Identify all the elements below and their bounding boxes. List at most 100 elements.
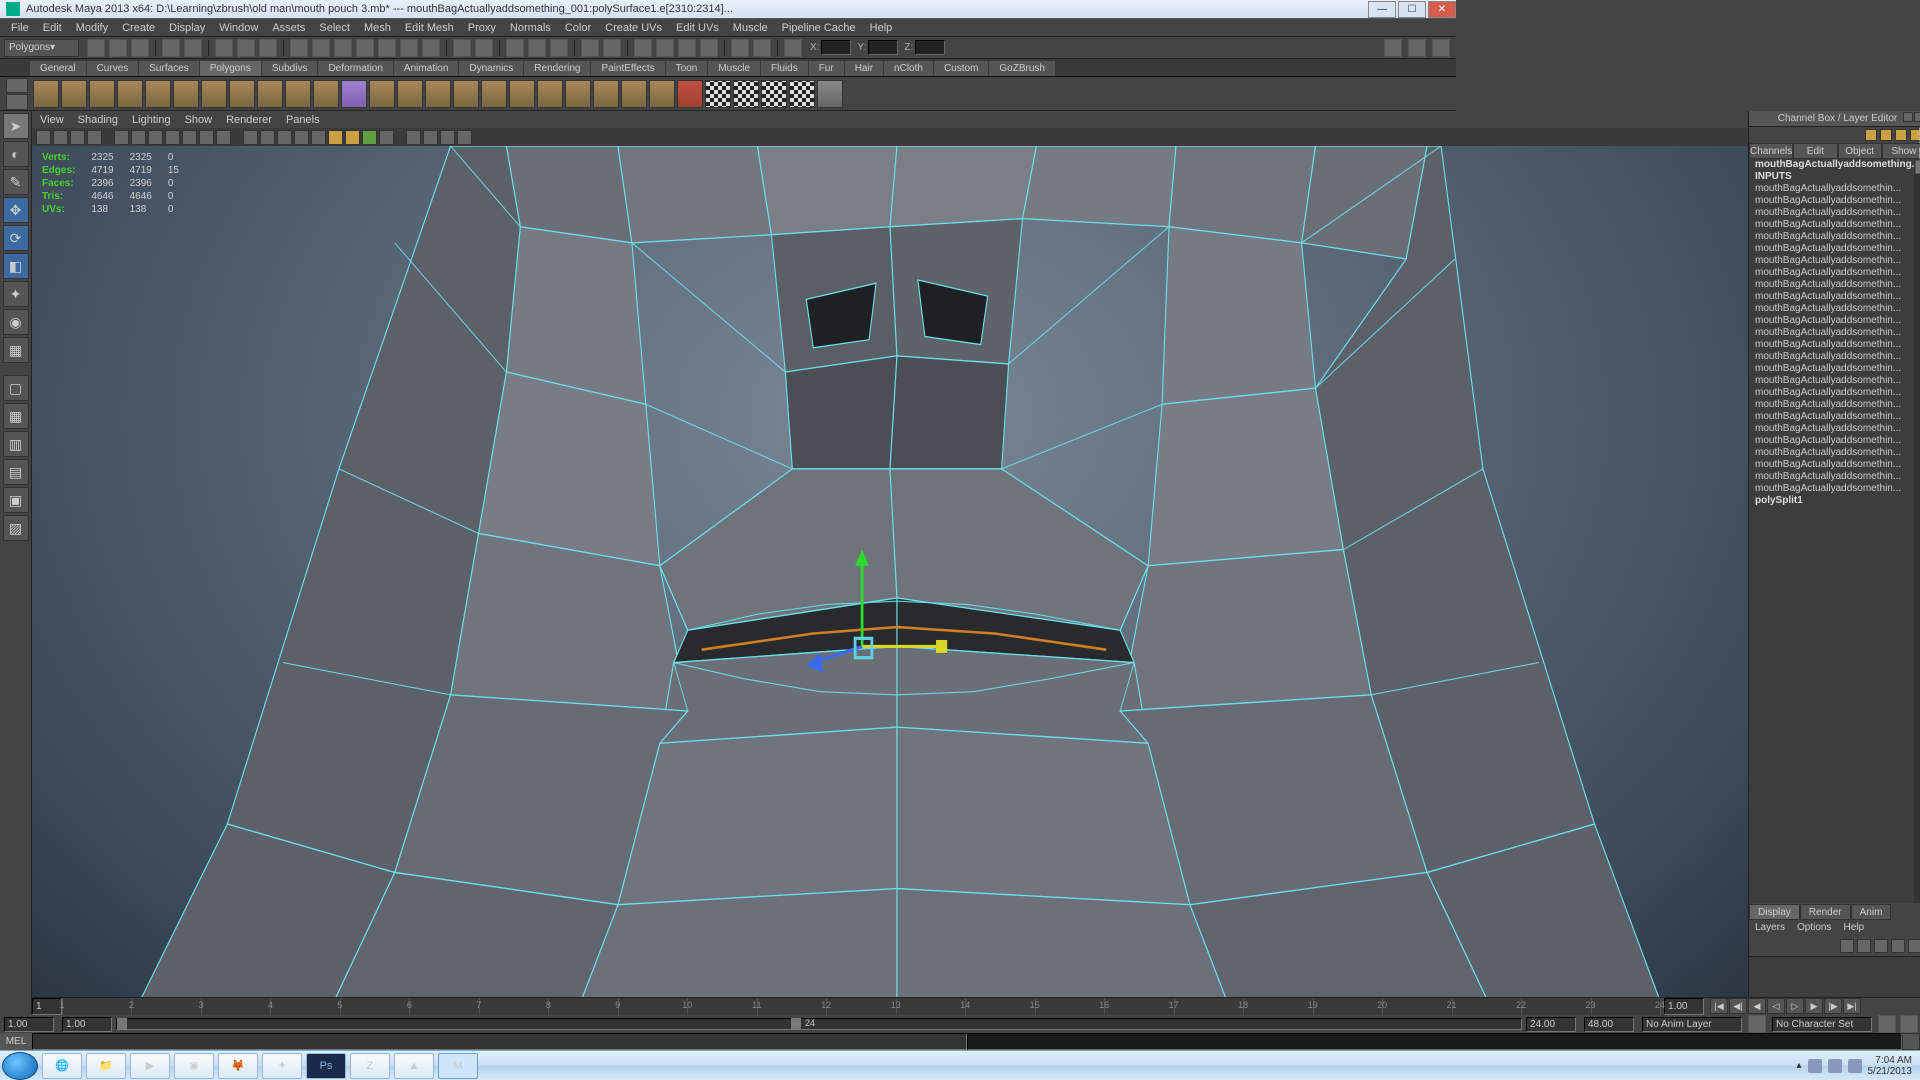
vp-multisample-icon[interactable] <box>379 130 394 145</box>
cb-input-item[interactable]: mouthBagActuallyaddsomethin... <box>1749 195 1920 207</box>
cb-input-item[interactable]: mouthBagActuallyaddsomethin... <box>1749 207 1920 219</box>
highlight-selection-icon[interactable] <box>753 39 771 57</box>
taskbar-photoshop-icon[interactable]: Ps <box>306 1053 346 1079</box>
shelf-tab-painteffects[interactable]: PaintEffects <box>591 61 664 76</box>
channel-box-list[interactable]: mouthBagActuallyaddsomething... INPUTS m… <box>1749 159 1920 903</box>
sidebar-toggle-c-icon[interactable] <box>1432 39 1450 57</box>
layout-persp-outliner-icon[interactable]: ▥ <box>3 431 29 457</box>
channel-icon-a[interactable] <box>1865 129 1877 141</box>
snap-toggle-icon[interactable] <box>422 39 440 57</box>
vp-xray-joints-icon[interactable] <box>440 130 455 145</box>
channel-icon-c[interactable] <box>1895 129 1907 141</box>
cb-input-item[interactable]: mouthBagActuallyaddsomethin... <box>1749 291 1920 303</box>
sculpt-icon[interactable] <box>677 80 703 108</box>
vp-menu-shading[interactable]: Shading <box>78 114 118 126</box>
cb-tab-object[interactable]: Object <box>1838 143 1882 159</box>
command-line-label[interactable]: MEL <box>0 1033 32 1050</box>
range-handle-left[interactable] <box>117 1018 127 1030</box>
cb-input-item[interactable]: mouthBagActuallyaddsomethin... <box>1749 387 1920 399</box>
show-manip-tool[interactable]: ▦ <box>3 337 29 363</box>
window-minimize-button[interactable]: — <box>1368 1 1396 18</box>
tray-flag-icon[interactable] <box>1808 1059 1822 1073</box>
poly-pyramid-icon[interactable] <box>229 80 255 108</box>
layout-custom-icon[interactable]: ▨ <box>3 515 29 541</box>
ipr-render-icon[interactable] <box>528 39 546 57</box>
combine-icon[interactable] <box>369 80 395 108</box>
insert-edge-icon[interactable] <box>537 80 563 108</box>
shelf-tab-dynamics[interactable]: Dynamics <box>459 61 523 76</box>
soft-mod-tool[interactable]: ◉ <box>3 309 29 335</box>
poly-pipe-icon[interactable] <box>257 80 283 108</box>
layout-hypershade-icon[interactable]: ▤ <box>3 459 29 485</box>
sidebar-toggle-a-icon[interactable] <box>1384 39 1402 57</box>
cb-input-item[interactable]: mouthBagActuallyaddsomethin... <box>1749 411 1920 423</box>
booleans-icon[interactable] <box>425 80 451 108</box>
taskbar-zbrush-icon[interactable]: Z <box>350 1053 390 1079</box>
taskbar-clock[interactable]: 7:04 AM 5/21/2013 <box>1868 1055 1913 1077</box>
cb-input-item[interactable]: mouthBagActuallyaddsomethin... <box>1749 219 1920 231</box>
cb-input-item[interactable]: mouthBagActuallyaddsomethin... <box>1749 279 1920 291</box>
channel-box-scrollbar[interactable] <box>1914 159 1920 903</box>
layer-icon-a[interactable] <box>1840 939 1854 953</box>
poly-helix-icon[interactable] <box>285 80 311 108</box>
channel-icon-b[interactable] <box>1880 129 1892 141</box>
construction-history-icon[interactable] <box>603 39 621 57</box>
range-handle-right[interactable] <box>791 1018 801 1030</box>
shelf-tab-subdivs[interactable]: Subdivs <box>262 61 318 76</box>
cb-input-item[interactable]: mouthBagActuallyaddsomethin... <box>1749 267 1920 279</box>
taskbar-app1-icon[interactable]: ✦ <box>262 1053 302 1079</box>
save-scene-icon[interactable] <box>131 39 149 57</box>
panel-undock-icon[interactable] <box>1903 112 1913 122</box>
shelf-tab-general[interactable]: General <box>30 61 86 76</box>
vp-safe-title-icon[interactable] <box>216 130 231 145</box>
poly-cube-icon[interactable] <box>61 80 87 108</box>
menu-proxy[interactable]: Proxy <box>461 22 503 34</box>
layout-perspgraph-icon[interactable]: ▣ <box>3 487 29 513</box>
cb-input-item[interactable]: mouthBagActuallyaddsomethin... <box>1749 483 1920 495</box>
auto-key-button[interactable] <box>1878 1015 1896 1033</box>
split-icon[interactable] <box>649 80 675 108</box>
prefs-button[interactable] <box>1900 1015 1918 1033</box>
open-scene-icon[interactable] <box>109 39 127 57</box>
poly-prism-icon[interactable] <box>201 80 227 108</box>
shelf-tab-deformation[interactable]: Deformation <box>318 61 392 76</box>
vp-menu-renderer[interactable]: Renderer <box>226 114 272 126</box>
cb-input-item[interactable]: mouthBagActuallyaddsomethin... <box>1749 339 1920 351</box>
layer-icon-b[interactable] <box>1857 939 1871 953</box>
taskbar-chrome-icon[interactable]: ◉ <box>174 1053 214 1079</box>
step-forward-key-button[interactable]: |▶ <box>1824 998 1842 1014</box>
history-off-icon[interactable] <box>475 39 493 57</box>
play-forwards-button[interactable]: ▷ <box>1786 998 1804 1014</box>
shelf-tab-ncloth[interactable]: nCloth <box>884 61 933 76</box>
vp-bookmarks-icon[interactable] <box>70 130 85 145</box>
layout-single-icon[interactable]: ▢ <box>3 375 29 401</box>
layout-four-icon[interactable]: ▦ <box>3 403 29 429</box>
uv-cylindrical-icon[interactable] <box>733 80 759 108</box>
relative-transform-icon[interactable] <box>656 39 674 57</box>
anim-layer-selector[interactable]: No Anim Layer <box>1642 1017 1742 1032</box>
menu-modify[interactable]: Modify <box>69 22 115 34</box>
menu-assets[interactable]: Assets <box>265 22 312 34</box>
panel-close-icon[interactable] <box>1914 112 1920 122</box>
shelf-tab-fluids[interactable]: Fluids <box>761 61 808 76</box>
taskbar-maya-icon[interactable]: M <box>438 1053 478 1079</box>
taskbar-wmp-icon[interactable]: ▶ <box>130 1053 170 1079</box>
vp-resolution-gate-icon[interactable] <box>148 130 163 145</box>
step-back-key-button[interactable]: ◀| <box>1729 998 1747 1014</box>
cb-input-item[interactable]: polySplit1 <box>1749 495 1920 507</box>
shelf-tab-toon[interactable]: Toon <box>666 61 708 76</box>
menu-editmesh[interactable]: Edit Mesh <box>398 22 461 34</box>
cb-input-item[interactable]: mouthBagActuallyaddsomethin... <box>1749 459 1920 471</box>
play-backwards-button[interactable]: ◁ <box>1767 998 1785 1014</box>
vp-grid-icon[interactable] <box>114 130 129 145</box>
vp-gate-mask-icon[interactable] <box>165 130 180 145</box>
shelf-tab-polygons[interactable]: Polygons <box>200 61 261 76</box>
layer-tab-anim[interactable]: Anim <box>1851 904 1892 920</box>
shelf-tab-custom[interactable]: Custom <box>934 61 988 76</box>
paint-select-tool[interactable]: ✎ <box>3 169 29 195</box>
cb-input-item[interactable]: mouthBagActuallyaddsomethin... <box>1749 183 1920 195</box>
vp-select-camera-icon[interactable] <box>36 130 51 145</box>
extrude-icon[interactable] <box>453 80 479 108</box>
universal-manip-tool[interactable]: ✦ <box>3 281 29 307</box>
absolute-transform-icon[interactable] <box>634 39 652 57</box>
